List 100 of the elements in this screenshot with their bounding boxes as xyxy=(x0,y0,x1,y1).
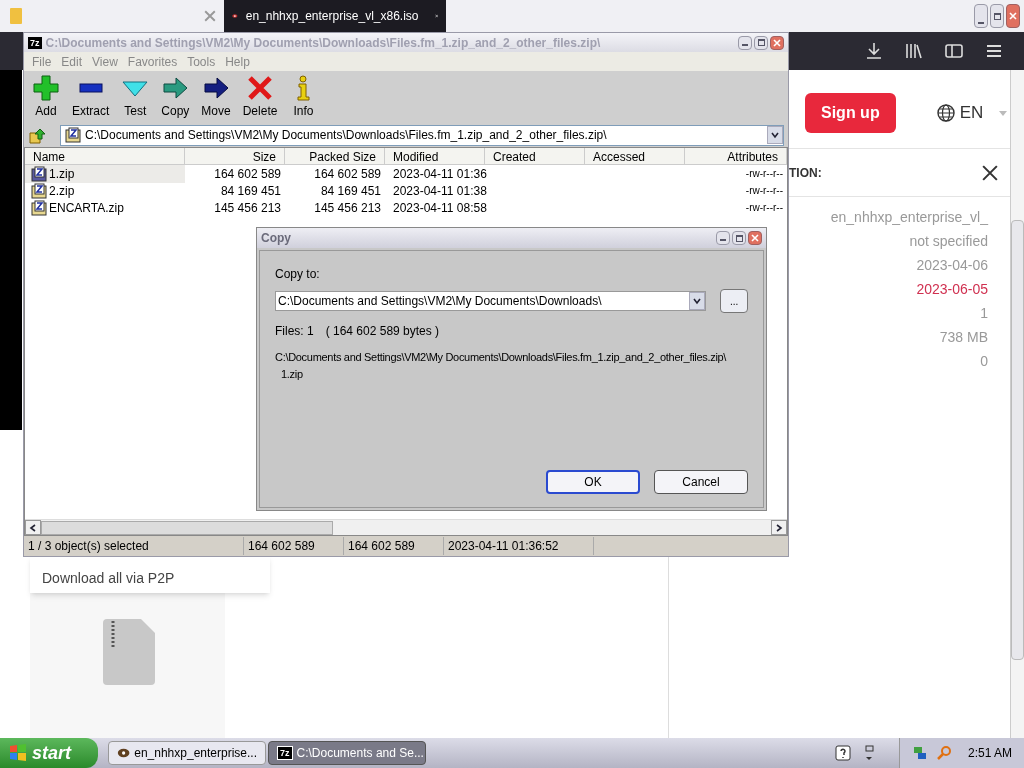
close-icon xyxy=(1009,12,1017,20)
chevron-right-icon xyxy=(775,523,783,532)
maximize-button[interactable] xyxy=(732,231,746,245)
maximize-button[interactable] xyxy=(754,35,768,50)
table-cell-text: -rw-r--r-- xyxy=(744,201,784,215)
table-cell-text: 145 456 213 xyxy=(213,199,282,217)
status-field: 164 602 589 xyxy=(244,537,344,555)
status-field: 2023-04-11 01:36:52 xyxy=(444,537,594,555)
window-title: C:\Documents and Settings\VM2\My Documents\Downloads\Files.fm_1.zip_and_2_other_files.zip\ xyxy=(45,34,602,52)
table-cell-text: 164 602 589 xyxy=(313,165,382,183)
column-header[interactable]: Attributes xyxy=(685,148,787,164)
byte-count: ( 164 602 589 bytes ) xyxy=(325,323,440,340)
search-icon xyxy=(935,745,952,761)
scroll-left-button[interactable] xyxy=(25,520,41,535)
table-cell-text: 164 602 589 xyxy=(213,165,282,183)
ok-button[interactable]: OK xyxy=(546,470,640,494)
destination-field[interactable]: C:\Documents and Settings\VM2\My Documents\Downloads\ xyxy=(275,291,707,311)
info-value: not specified xyxy=(909,232,988,251)
arrow-icon xyxy=(161,74,190,102)
column-header[interactable]: Name xyxy=(25,148,185,164)
delete-icon xyxy=(246,74,275,102)
chevron-down-icon xyxy=(693,297,702,305)
windows-logo-icon xyxy=(8,743,28,763)
toolbar-button[interactable]: Info xyxy=(285,74,322,120)
scrollbar-thumb[interactable] xyxy=(1011,220,1024,660)
info-value: 2023-04-06 xyxy=(916,256,988,275)
archive-icon xyxy=(31,182,47,199)
scrollbar-thumb[interactable] xyxy=(41,520,333,535)
toolbar-button[interactable]: Extract xyxy=(68,74,114,120)
close-icon[interactable] xyxy=(982,164,998,181)
language-selector[interactable]: EN xyxy=(935,100,1008,126)
maximize-button[interactable] xyxy=(990,4,1004,28)
file-name-cell[interactable]: 2.zip xyxy=(25,181,185,200)
plus-icon xyxy=(32,74,60,102)
file-name-cell[interactable]: ENCARTA.zip xyxy=(25,198,185,217)
download-icon[interactable] xyxy=(864,41,884,61)
caret-icon xyxy=(999,109,1008,117)
tab-title: en_nhhxp_enterprise_vl_x86.iso xyxy=(245,8,419,25)
field-label: Copy to: xyxy=(275,266,321,283)
address-field[interactable]: C:\Documents and Settings\VM2\My Documents\Downloads\Files.fm_1.zip_and_2_other_files.zip\ xyxy=(60,124,784,146)
column-header[interactable]: Accessed xyxy=(585,148,685,164)
toolbar-button[interactable]: Copy xyxy=(157,74,194,120)
dialog-title: Copy xyxy=(261,230,291,247)
library-icon[interactable] xyxy=(904,41,924,61)
file-count: Files: 1 xyxy=(275,323,314,340)
status-field: 1 / 3 object(s) selected xyxy=(24,537,244,555)
table-cell-text: -rw-r--r-- xyxy=(744,184,784,198)
close-button[interactable] xyxy=(748,231,762,245)
taskbar-button[interactable]: en_nhhxp_enterprise... xyxy=(108,741,266,765)
info-value: 0 xyxy=(980,352,988,371)
toolbar-button[interactable]: Test xyxy=(117,74,154,120)
close-icon xyxy=(773,38,781,47)
scrollbar[interactable] xyxy=(1010,70,1024,738)
table-cell-text: 2023-04-11 01:36 xyxy=(392,165,485,183)
close-button[interactable] xyxy=(1006,4,1020,28)
column-header[interactable]: Created xyxy=(485,148,585,164)
table-cell-text: 2023-04-11 01:38 xyxy=(392,182,485,200)
toolbar-button[interactable]: Add xyxy=(28,74,64,120)
taskbar-button[interactable]: 7z C:\Documents and Se... xyxy=(268,741,426,765)
archive-icon xyxy=(31,165,47,182)
toolbar-button[interactable]: Delete xyxy=(238,74,282,120)
table-cell-text: 84 169 451 xyxy=(319,182,382,200)
restore-icon[interactable] xyxy=(862,745,875,761)
globe-icon xyxy=(935,103,956,123)
column-header[interactable]: Packed Size xyxy=(285,148,385,164)
browse-button[interactable]: ... xyxy=(720,289,748,313)
table-cell-text: 84 169 451 xyxy=(219,182,282,200)
info-value: 1 xyxy=(980,304,988,323)
notepad-icon xyxy=(10,8,22,24)
info-value: 2023-06-05 xyxy=(916,280,988,299)
column-header[interactable]: Size xyxy=(185,148,285,164)
dropdown-button[interactable] xyxy=(689,292,706,310)
sign-up-button[interactable]: Sign up xyxy=(805,93,896,133)
toolbar-button[interactable]: Move xyxy=(197,74,235,120)
scroll-right-button[interactable] xyxy=(771,520,787,535)
app-logo: 7z xyxy=(28,36,42,49)
help-icon[interactable] xyxy=(834,745,851,761)
download-button[interactable]: Download all via P2P xyxy=(30,555,270,593)
cancel-button[interactable]: Cancel xyxy=(654,470,748,494)
browser-tab[interactable]: en_nhhxp_enterprise_vl_x86.iso xyxy=(224,0,446,32)
table-cell-text: 2023-04-11 08:58 xyxy=(392,199,485,217)
network-icon xyxy=(911,745,928,761)
table-cell-text: -rw-r--r-- xyxy=(744,167,784,181)
dropdown-button[interactable] xyxy=(767,126,783,144)
minimize-button[interactable] xyxy=(738,35,752,50)
arrow-icon xyxy=(202,74,231,102)
info-value: en_nhhxp_enterprise_vl_ xyxy=(830,208,988,227)
minimize-button[interactable] xyxy=(974,4,988,28)
source-path: 1.zip xyxy=(281,366,303,382)
sidebar-icon[interactable] xyxy=(944,41,964,61)
close-button[interactable] xyxy=(770,35,784,50)
close-icon xyxy=(751,234,759,242)
chevron-left-icon xyxy=(29,523,37,532)
source-path: C:\Documents and Settings\VM2\My Documents\Downloads\Files.fm_1.zip_and_2_other_files.zip\ xyxy=(275,350,727,365)
archive-icon xyxy=(65,127,81,143)
minimize-button[interactable] xyxy=(716,231,730,245)
column-header[interactable]: Modified xyxy=(385,148,485,164)
app-logo: 7z xyxy=(277,746,293,760)
status-field: 164 602 589 xyxy=(344,537,444,555)
zip-file-icon xyxy=(103,619,155,685)
